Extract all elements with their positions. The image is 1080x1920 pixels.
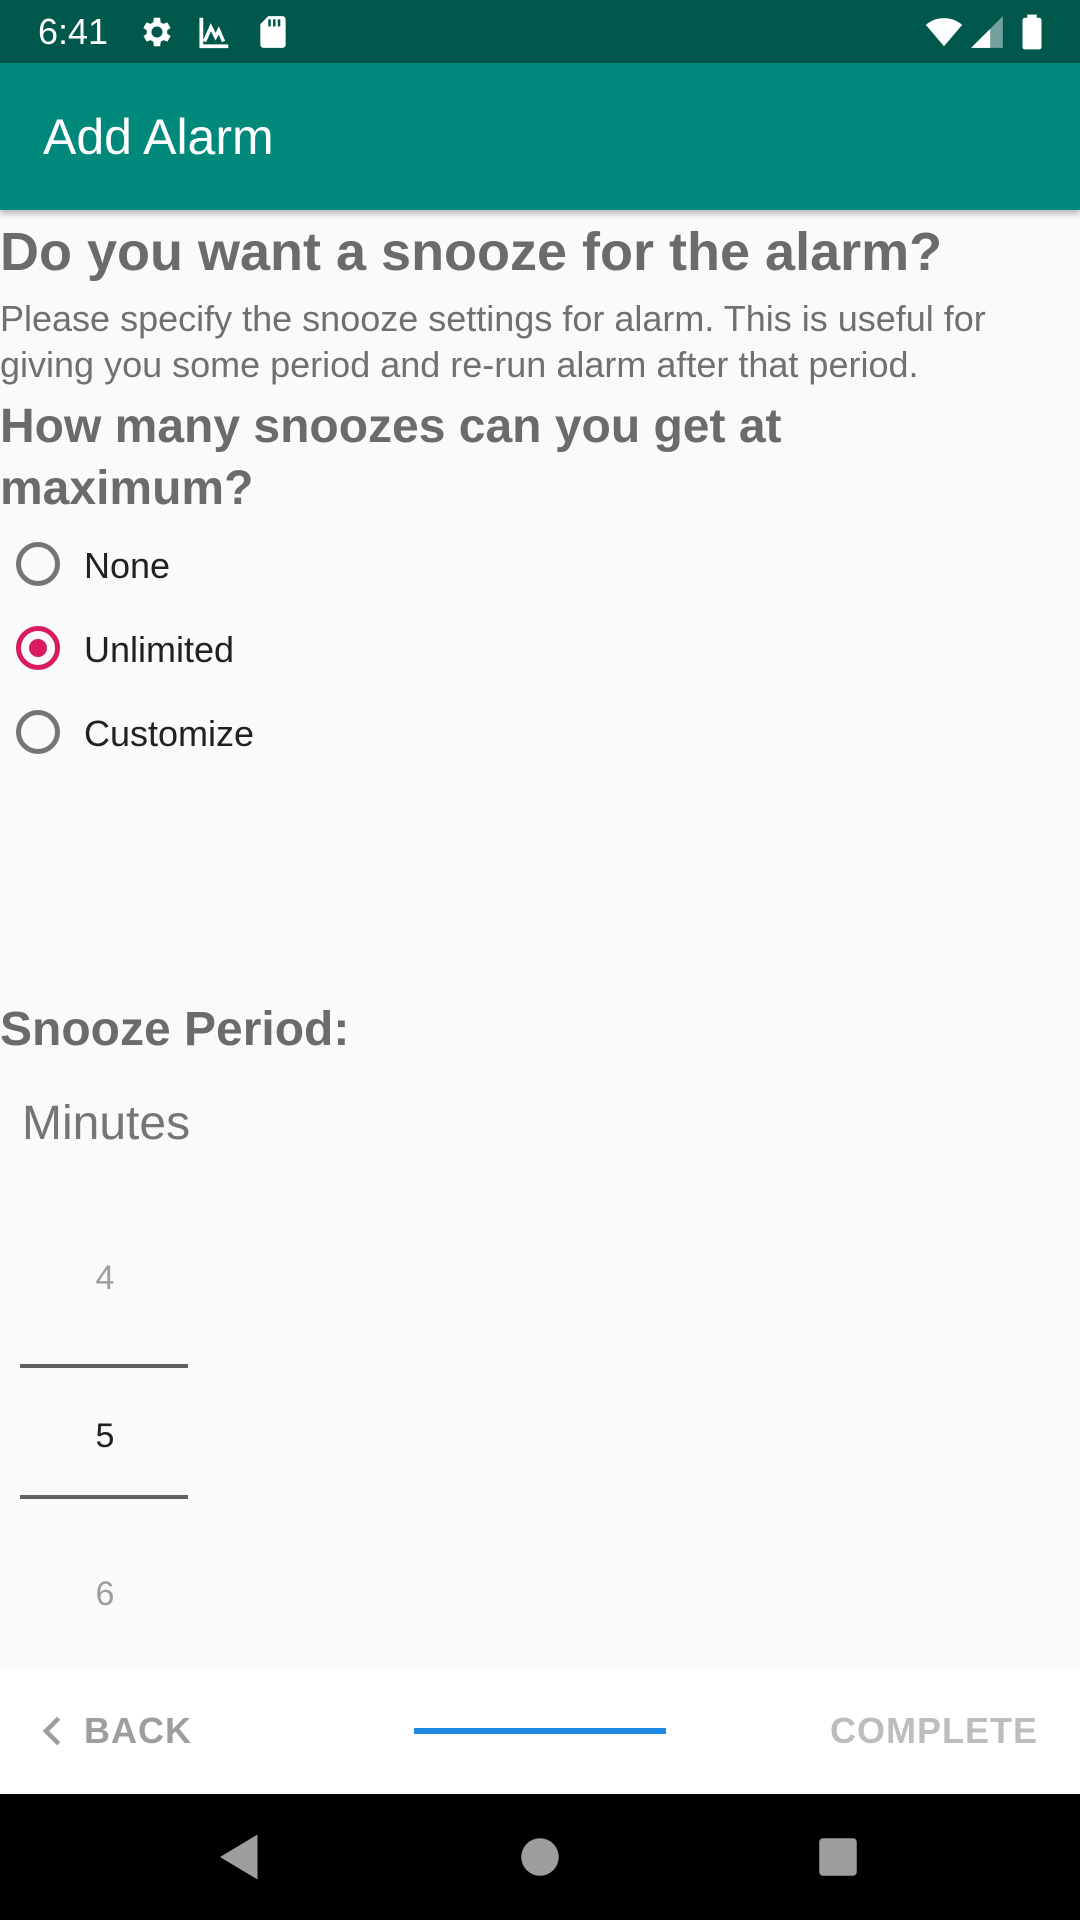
- signal-chart-icon: [195, 13, 233, 51]
- radio-label-customize: Customize: [84, 713, 255, 754]
- radio-option-customize[interactable]: Customize: [0, 694, 500, 774]
- radio-dot: [29, 639, 47, 657]
- wifi-icon: [922, 13, 966, 51]
- screen: 6:41 Add Alarm Do you want a snooze for …: [0, 0, 1080, 1920]
- chevron-left-icon: [36, 1713, 70, 1749]
- back-triangle-icon[interactable]: [210, 1827, 270, 1887]
- radio-unchecked-icon: [16, 710, 60, 754]
- home-circle-icon[interactable]: [510, 1827, 570, 1887]
- snooze-question-title: Do you want a snooze for the alarm?: [0, 222, 943, 282]
- cell-signal-icon: [968, 13, 1006, 51]
- minutes-number-picker[interactable]: 4 5 6: [20, 1240, 190, 1650]
- settings-icon: [138, 13, 176, 51]
- status-time: 6:41: [38, 11, 109, 52]
- picker-prev-value[interactable]: 4: [20, 1256, 190, 1300]
- stepper-bar: BACK COMPLETE: [0, 1668, 1080, 1794]
- snooze-period-label: Snooze Period:: [0, 1003, 350, 1056]
- minutes-label: Minutes: [22, 1097, 191, 1150]
- recents-square-icon[interactable]: [808, 1827, 868, 1887]
- snooze-description: Please specify the snooze settings for a…: [0, 298, 986, 385]
- picker-divider-bottom: [20, 1495, 188, 1499]
- radio-unchecked-icon: [16, 542, 60, 586]
- picker-divider-top: [20, 1364, 188, 1368]
- snooze-count-question: How many snoozes can you get at maximum?: [0, 400, 782, 515]
- radio-label-none: None: [84, 545, 171, 586]
- radio-checked-icon: [16, 626, 60, 670]
- step-progress-fill: [414, 1728, 666, 1734]
- back-button-label: BACK: [84, 1710, 192, 1751]
- radio-option-unlimited[interactable]: Unlimited: [0, 610, 500, 690]
- radio-label-unlimited: Unlimited: [84, 629, 235, 670]
- back-button[interactable]: BACK: [36, 1698, 196, 1764]
- status-bar: 6:41: [0, 0, 1080, 63]
- sd-card-icon: [254, 13, 292, 51]
- page-title: Add Alarm: [43, 109, 274, 165]
- system-nav-bar: [0, 1794, 1080, 1920]
- picker-selected-value[interactable]: 5: [20, 1414, 190, 1458]
- picker-next-value[interactable]: 6: [20, 1572, 190, 1616]
- app-bar: Add Alarm: [0, 63, 1080, 210]
- complete-button[interactable]: COMPLETE: [830, 1698, 1038, 1764]
- battery-icon: [1012, 13, 1052, 51]
- step-progress-bar: [414, 1728, 666, 1734]
- radio-option-none[interactable]: None: [0, 526, 500, 606]
